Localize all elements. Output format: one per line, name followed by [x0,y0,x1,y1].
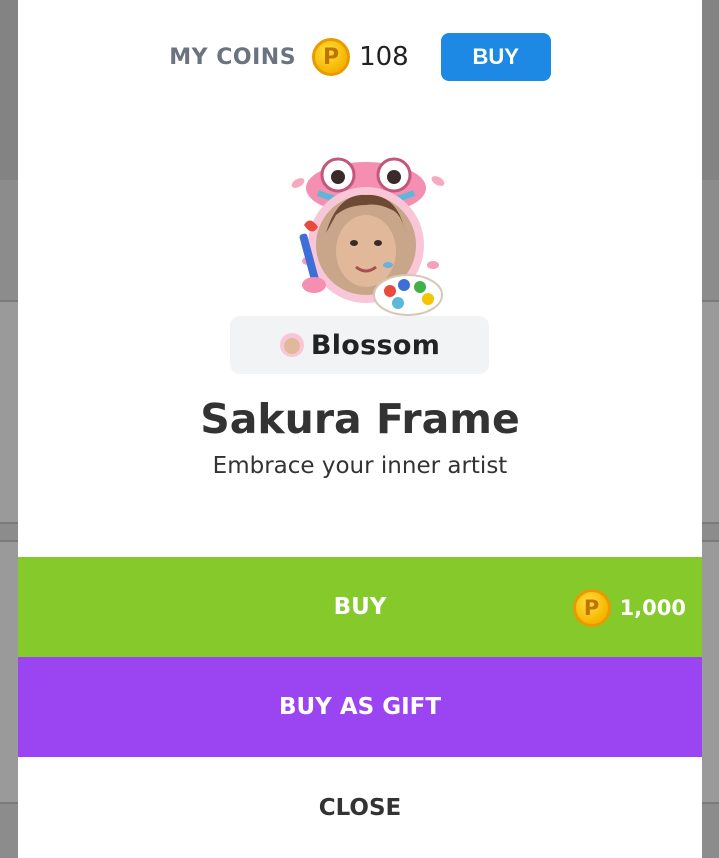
coin-icon: P [572,589,611,627]
coin-icon: P [312,38,351,76]
purchase-modal: MY COINS P 108 BUY Blossom Sakura Frame … [18,0,702,858]
frame-name: Blossom [310,329,441,361]
coin-balance: 108 [359,42,409,72]
price-tag: P 1,000 [572,589,686,627]
avatar-icon [279,333,304,357]
buy-button[interactable]: BUY P 1,000 [18,557,702,657]
item-title: Sakura Frame [200,395,520,443]
item-subtitle: Embrace your inner artist [212,453,508,479]
close-button[interactable]: CLOSE [18,757,702,858]
buy-coins-button[interactable]: BUY [440,33,551,81]
my-coins-label: MY COINS [169,44,297,70]
price-value: 1,000 [619,596,686,620]
frame-name-badge: Blossom [230,316,489,374]
buy-button-label: BUY [333,594,387,620]
buy-as-gift-button[interactable]: BUY AS GIFT [18,657,702,757]
wallet-bar: MY COINS P 108 BUY [18,33,702,81]
sakura-frame-preview [291,157,445,316]
